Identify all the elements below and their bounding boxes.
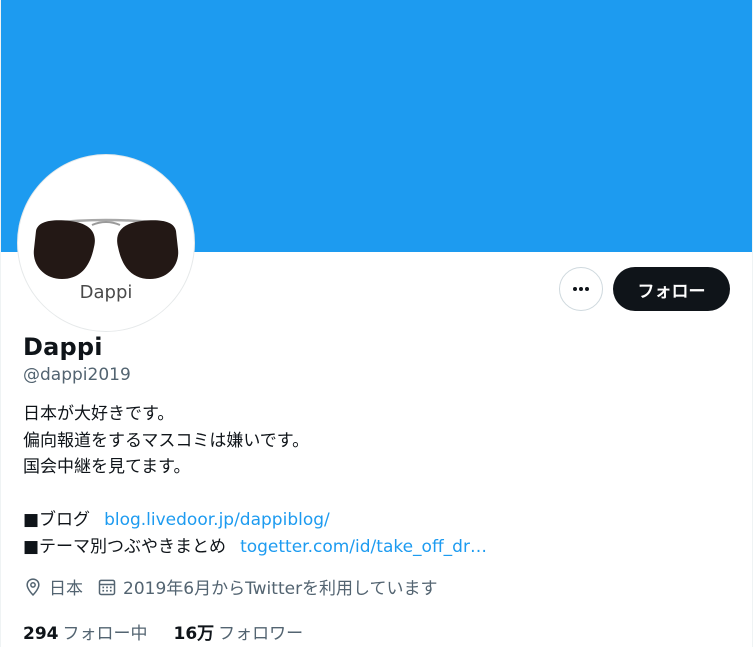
blog-label: ■ブログ [23,510,91,530]
calendar-icon [98,579,116,595]
followers-label: フォロワー [218,624,304,644]
bio-matome-line: ■テーマ別つぶやきまとめ togetter.com/id/take_off_dr… [23,534,487,561]
following-link[interactable]: 294 フォロー中 [23,619,148,644]
profile-avatar[interactable]: Dappi [18,155,194,331]
location-item: 日本 [23,574,83,599]
joined-item: 2019年6月からTwitterを利用しています [97,574,438,599]
following-label: フォロー中 [62,624,148,644]
blog-link[interactable]: blog.livedoor.jp/dappiblog/ [104,510,330,530]
avatar-logo-text: Dappi [80,282,133,303]
followers-link[interactable]: 16万 フォロワー [174,619,304,644]
profile-stats: 294 フォロー中 16万 フォロワー [23,619,329,644]
more-dots-icon [573,287,589,291]
profile-bio: 日本が大好きです。 偏向報道をするマスコミは嫌いです。 国会中継を見てます。 ■… [23,401,487,560]
bio-line: 偏向報道をするマスコミは嫌いです。 [23,430,310,451]
display-name: Dappi [23,333,103,361]
sunglasses-logo-icon: Dappi [22,159,190,327]
profile-meta: 日本 2019年6月からTwitterを利用しています [23,574,452,599]
joined-text: 2019年6月からTwitterを利用しています [123,579,438,599]
followers-count: 16万 [173,624,215,644]
following-count: 294 [23,624,59,644]
profile-page: Dappi フォロー Dappi @dappi2019 日本が大好きです。 偏向… [0,0,753,647]
matome-label: ■テーマ別つぶやきまとめ [23,536,227,557]
bio-line: 国会中継を見てます。 [23,457,191,477]
location-pin-icon [26,577,40,596]
follow-button[interactable]: フォロー [613,267,730,311]
profile-actions: フォロー [559,267,730,311]
bio-blog-line: ■ブログ blog.livedoor.jp/dappiblog/ [23,507,487,534]
bio-spacer [23,481,487,508]
matome-link[interactable]: togetter.com/id/take_off_dr… [240,537,487,557]
more-options-button[interactable] [559,267,603,311]
bio-line: 日本が大好きです。 [23,404,175,424]
location-text: 日本 [49,579,83,599]
user-handle: @dappi2019 [23,365,131,385]
